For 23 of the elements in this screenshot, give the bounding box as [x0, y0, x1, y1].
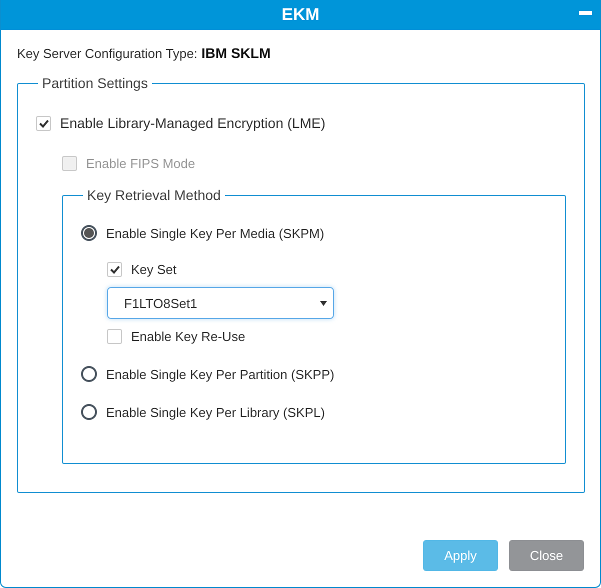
checkbox[interactable]	[107, 329, 122, 344]
caret-icon	[320, 300, 327, 306]
radio-button[interactable]	[81, 366, 97, 382]
config-value: IBM SKLM	[201, 45, 271, 61]
minimize-icon[interactable]	[579, 11, 592, 16]
radio-label: Enable Single Key Per Media (SKPM)	[106, 226, 324, 240]
radio-label: Enable Single Key Per Partition (SKPP)	[106, 366, 334, 382]
radio-button[interactable]	[81, 225, 97, 241]
radio-button[interactable]	[81, 404, 97, 420]
checkbox-label: Enable Library-Managed Encryption (LME)	[60, 115, 326, 131]
apply-button[interactable]: Apply	[423, 540, 498, 571]
close-button[interactable]: Close	[509, 540, 584, 571]
checkbox-label: Key Set	[131, 262, 177, 277]
checkbox-label: Enable FIPS Mode	[86, 156, 196, 171]
window-title: EKM	[282, 5, 320, 25]
group-legend: Key Retrieval Method	[83, 187, 225, 203]
group-legend: Partition Settings	[38, 75, 152, 91]
checkbox-label: Enable Key Re-Use	[131, 329, 246, 344]
key-set-dropdown[interactable]: F1LTO8Set1	[107, 287, 334, 319]
radio-label: Enable Single Key Per Library (SKPL)	[106, 404, 325, 420]
checkbox[interactable]	[107, 262, 122, 277]
checkbox[interactable]	[36, 116, 51, 130]
config-label: Key Server Configuration Type:	[17, 46, 198, 61]
